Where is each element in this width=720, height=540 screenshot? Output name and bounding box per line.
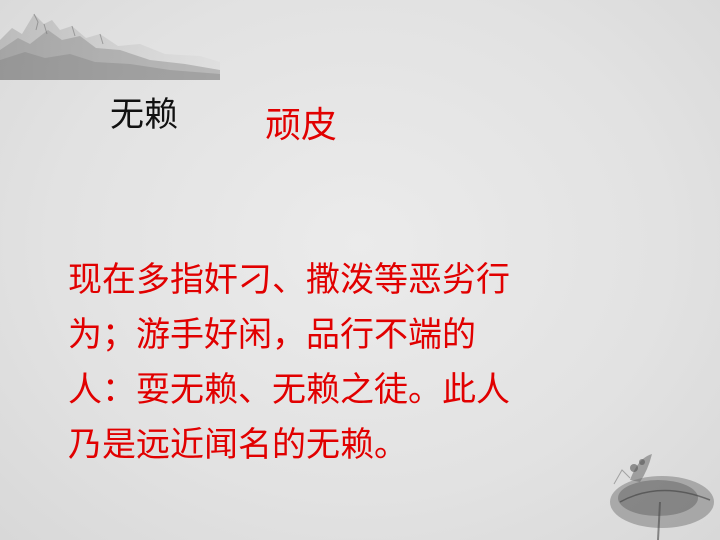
definition-text: 现在多指奸刁、撒泼等恶劣行 为；游手好闲，品行不端的 人：耍无赖、无赖之徒。此人…: [68, 253, 658, 473]
ink-mountains-icon: [0, 13, 220, 80]
term-heading: 无赖: [110, 95, 178, 135]
definition-line-3: 人：耍无赖、无赖之徒。此人: [68, 370, 510, 410]
definition-line-4: 乃是远近闻名的无赖。: [68, 425, 408, 465]
meaning-label: 顽皮: [265, 105, 338, 146]
definition-line-1: 现在多指奸刁、撒泼等恶劣行: [68, 260, 510, 300]
definition-line-2: 为；游手好闲，品行不端的: [68, 315, 476, 355]
slide: 无赖 顽皮 现在多指奸刁、撒泼等恶劣行 为；游手好闲，品行不端的 人：耍无赖、无…: [0, 0, 720, 540]
